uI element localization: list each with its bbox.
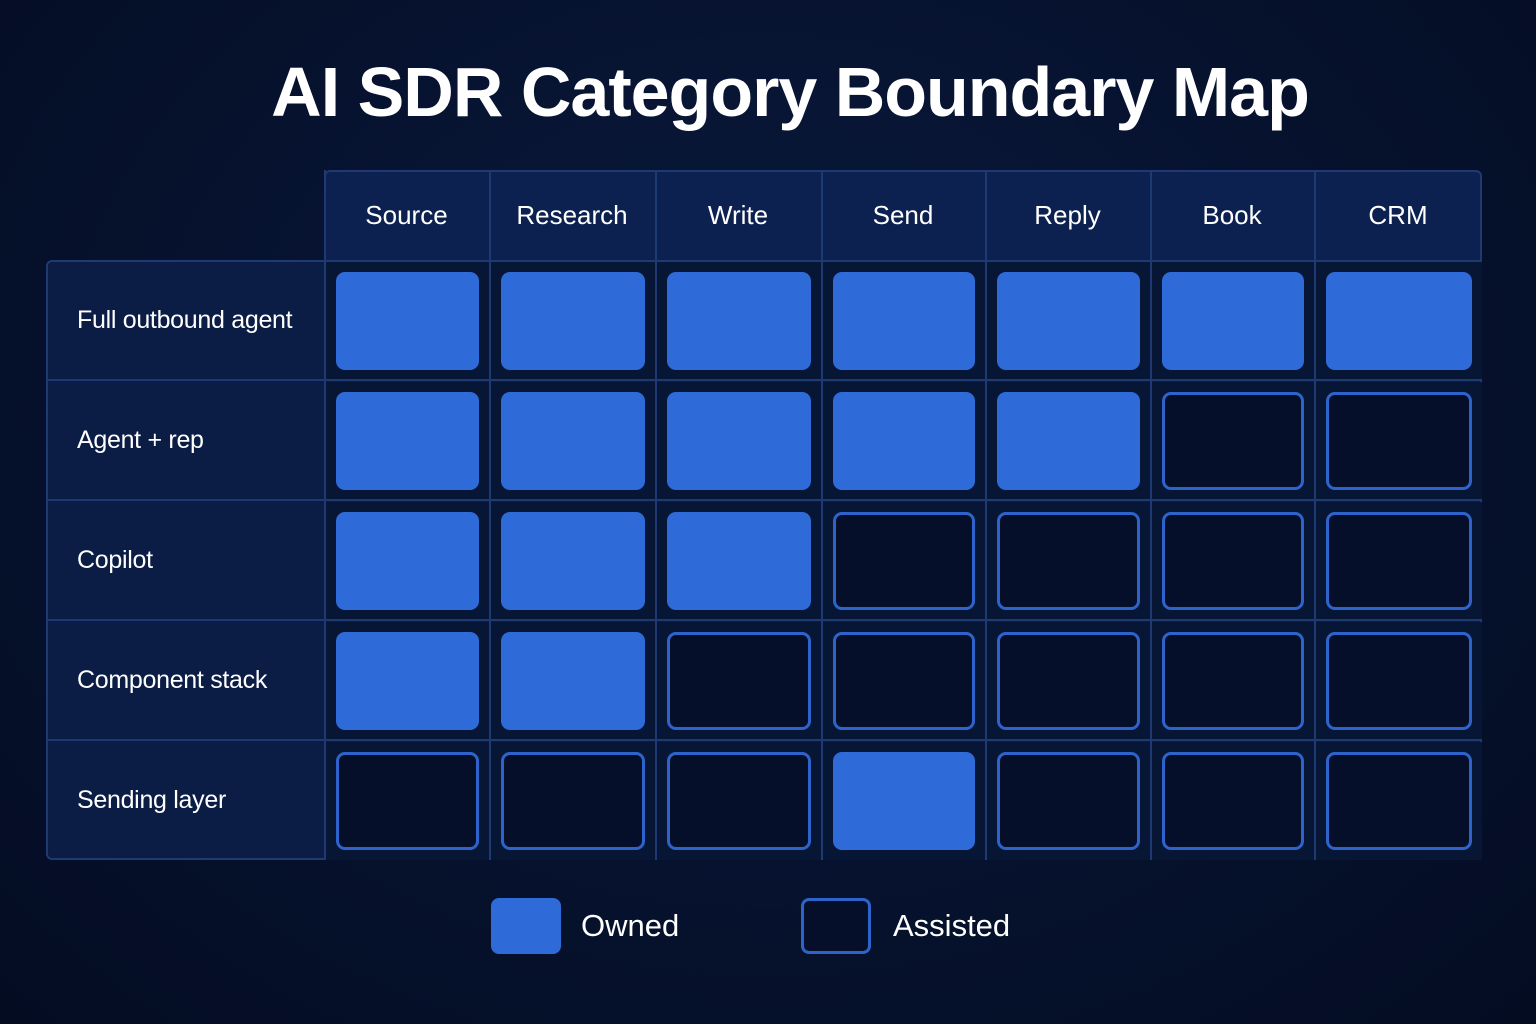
cell-full-outbound-agent-research-owned [501, 272, 645, 370]
grid-line-vertical [985, 170, 987, 860]
cell-sending-layer-research-assisted [501, 752, 645, 850]
column-header-reply: Reply [1034, 199, 1101, 230]
column-header-crm: CRM [1368, 199, 1428, 230]
grid-line-vertical [1314, 170, 1316, 860]
grid-line-vertical [324, 170, 326, 860]
chart-title: AI SDR Category Boundary Map [271, 53, 1310, 131]
legend-label-owned: Owned [581, 908, 680, 943]
cell-copilot-reply-assisted [997, 512, 1140, 610]
cell-component-stack-crm-assisted [1326, 632, 1472, 730]
row-label-sending-layer: Sending layer [77, 785, 226, 814]
column-header-book: Book [1202, 199, 1262, 230]
cell-agent-rep-crm-assisted [1326, 392, 1472, 490]
cell-copilot-book-assisted [1162, 512, 1304, 610]
cell-sending-layer-book-assisted [1162, 752, 1304, 850]
cell-sending-layer-source-assisted [336, 752, 479, 850]
cell-copilot-crm-assisted [1326, 512, 1472, 610]
cell-copilot-write-owned [667, 512, 811, 610]
cell-sending-layer-write-assisted [667, 752, 811, 850]
column-header-write: Write [707, 199, 769, 230]
column-header-research: Research [516, 199, 628, 230]
grid-line-vertical [821, 170, 823, 860]
cell-sending-layer-reply-assisted [997, 752, 1140, 850]
cell-agent-rep-reply-owned [997, 392, 1140, 490]
cell-sending-layer-send-owned [833, 752, 975, 850]
row-label-full-outbound-agent: Full outbound agent [77, 305, 293, 334]
boundary-matrix: Source Research Write Send Reply Book CRM Full … [46, 170, 1482, 860]
cell-agent-rep-research-owned [501, 392, 645, 490]
cell-component-stack-write-assisted [667, 632, 811, 730]
cell-component-stack-research-owned [501, 632, 645, 730]
legend-swatch-assisted [801, 898, 871, 954]
row-label-copilot: Copilot [77, 545, 153, 574]
grid-line-vertical [1150, 170, 1152, 860]
column-header-source: Source [365, 199, 448, 230]
cell-full-outbound-agent-send-owned [833, 272, 975, 370]
cell-copilot-research-owned [501, 512, 645, 610]
row-label-component-stack: Component stack [77, 665, 268, 694]
cell-full-outbound-agent-write-owned [667, 272, 811, 370]
cell-agent-rep-book-assisted [1162, 392, 1304, 490]
cell-component-stack-book-assisted [1162, 632, 1304, 730]
grid-line-vertical [489, 170, 491, 860]
legend-label-assisted: Assisted [893, 908, 1011, 943]
cell-full-outbound-agent-reply-owned [997, 272, 1140, 370]
cell-full-outbound-agent-crm-owned [1326, 272, 1472, 370]
cell-agent-rep-source-owned [336, 392, 479, 490]
cell-full-outbound-agent-book-owned [1162, 272, 1304, 370]
cell-sending-layer-crm-assisted [1326, 752, 1472, 850]
column-header-send: Send [872, 199, 934, 230]
cell-full-outbound-agent-source-owned [336, 272, 479, 370]
legend-swatch-owned [491, 898, 561, 954]
grid-line-vertical [655, 170, 657, 860]
legend: Owned Assisted [0, 898, 1536, 956]
cell-agent-rep-send-owned [833, 392, 975, 490]
cell-agent-rep-write-owned [667, 392, 811, 490]
cell-copilot-send-assisted [833, 512, 975, 610]
cell-copilot-source-owned [336, 512, 479, 610]
cell-component-stack-source-owned [336, 632, 479, 730]
row-label-agent-rep: Agent + rep [77, 425, 204, 454]
cell-component-stack-send-assisted [833, 632, 975, 730]
cell-component-stack-reply-assisted [997, 632, 1140, 730]
